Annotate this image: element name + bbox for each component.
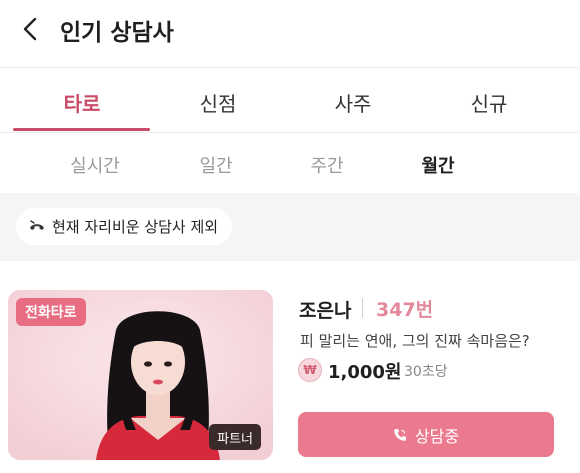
header: 인기 상담사 — [0, 0, 580, 66]
filter-area: 현재 자리비운 상담사 제외 — [0, 193, 580, 261]
category-tabs: 타로 신점 사주 신규 — [0, 68, 580, 132]
away-phone-icon — [30, 219, 44, 230]
call-tarot-badge: 전화타로 — [16, 298, 86, 326]
page-title: 인기 상담사 — [60, 20, 174, 46]
phone-icon — [394, 428, 406, 441]
period-tabs: 실시간 일간 주간 월간 — [0, 134, 580, 192]
consulting-button[interactable]: 상담중 — [298, 412, 554, 457]
price-unit: 30초당 — [404, 364, 448, 380]
price: 1,000원 — [328, 362, 402, 383]
exclude-away-filter[interactable]: 현재 자리비운 상담사 제외 — [16, 208, 233, 245]
counselor-code: 347번 — [376, 299, 434, 321]
counselor-card[interactable]: 전화타로 파트너 조은나 347번 피 말리는 연애, 그의 진짜 속마음은? … — [0, 262, 580, 473]
consulting-button-label: 상담중 — [414, 426, 460, 446]
tab-monthly[interactable]: 월간 — [383, 152, 493, 178]
counselor-tagline: 피 말리는 연애, 그의 진짜 속마음은? — [300, 332, 530, 350]
partner-badge: 파트너 — [209, 424, 261, 450]
tab-weekly[interactable]: 주간 — [272, 152, 382, 178]
counselor-photo[interactable]: 전화타로 파트너 — [8, 290, 273, 460]
name-separator — [362, 298, 363, 318]
tab-daily[interactable]: 일간 — [161, 152, 271, 178]
chevron-left-icon — [23, 17, 37, 41]
tab-new[interactable]: 신규 — [409, 88, 569, 117]
counselor-name: 조은나 — [299, 300, 352, 322]
won-coin-icon: ₩ — [298, 358, 322, 382]
tab-realtime[interactable]: 실시간 — [40, 152, 150, 178]
active-tab-indicator — [13, 128, 150, 131]
filter-label: 현재 자리비운 상담사 제외 — [52, 218, 219, 236]
back-button[interactable] — [16, 14, 46, 44]
tabs-divider — [0, 132, 580, 133]
